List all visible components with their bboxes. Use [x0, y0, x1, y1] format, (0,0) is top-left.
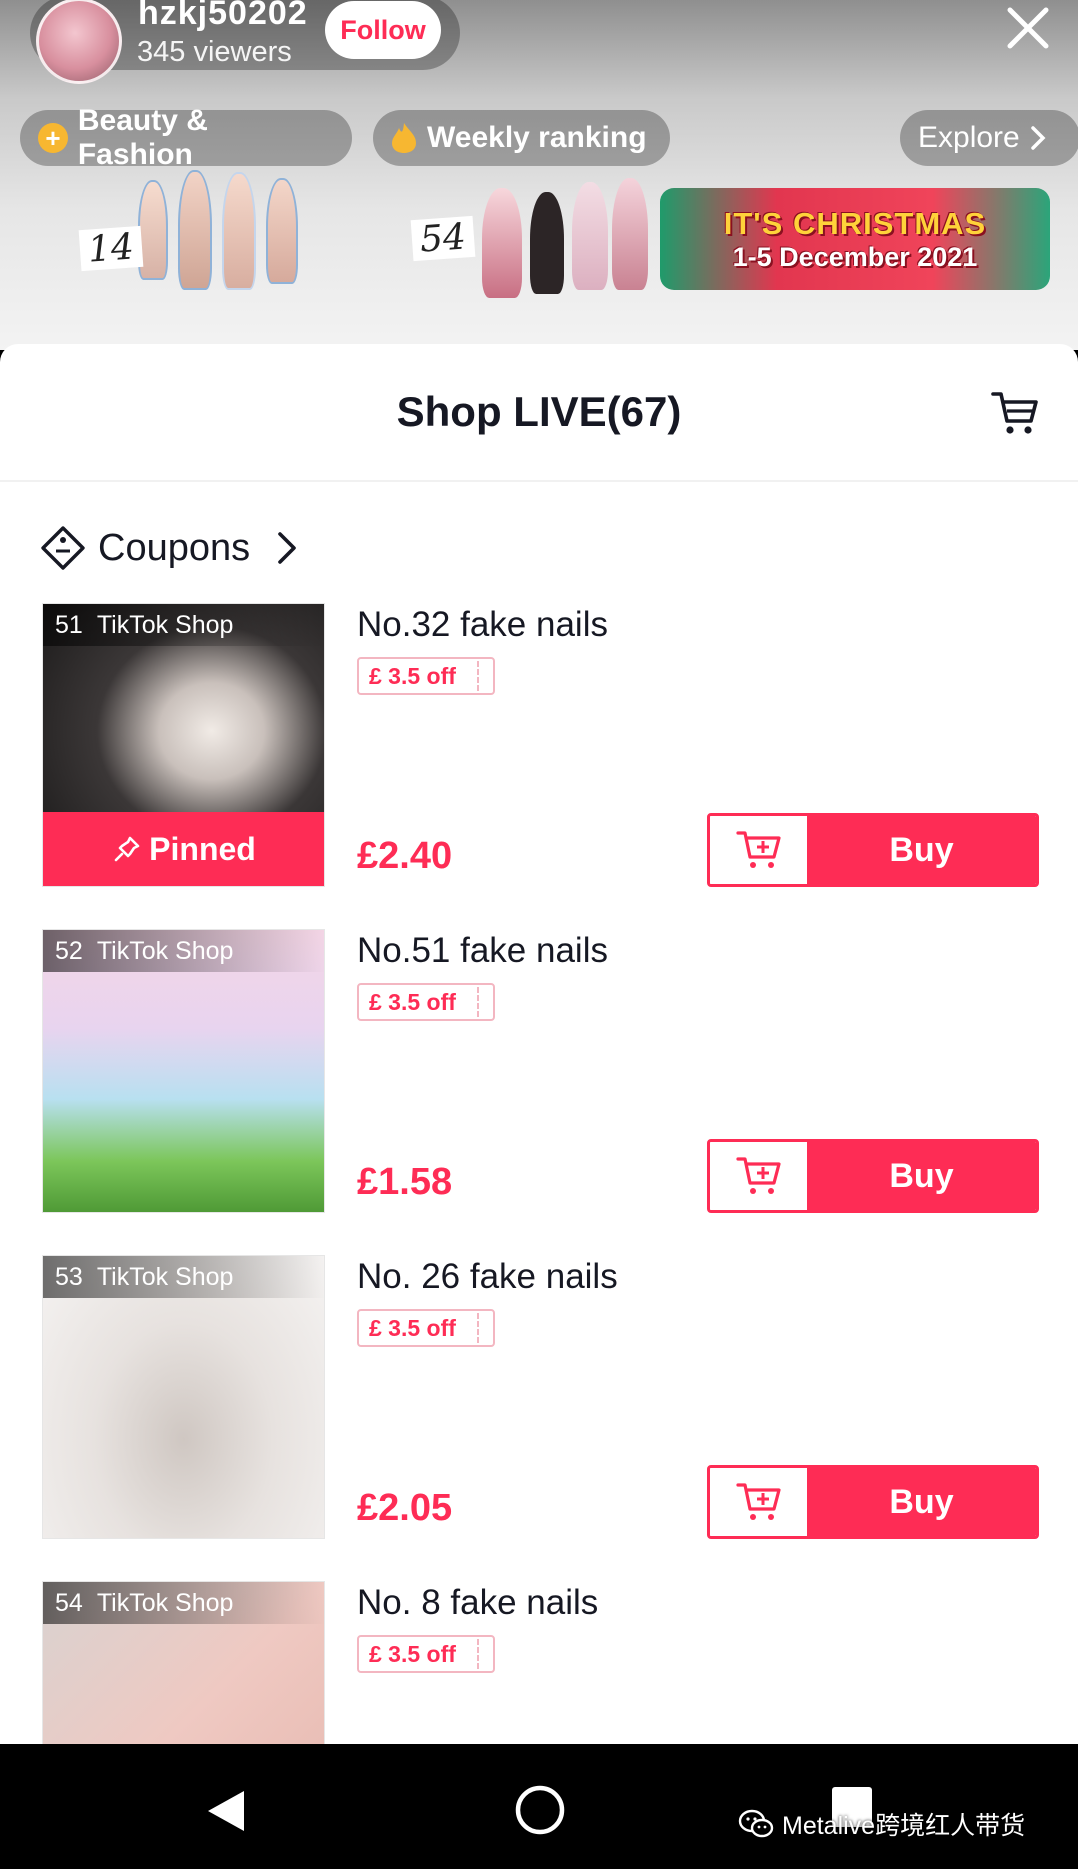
chip-label: Weekly ranking	[427, 121, 647, 154]
add-to-cart-button[interactable]	[710, 1142, 807, 1210]
home-icon[interactable]	[514, 1784, 566, 1836]
explore-chip[interactable]: Explore	[900, 110, 1078, 166]
host-avatar[interactable]	[36, 0, 122, 84]
watermark: Metalive跨境红人带货	[738, 1806, 1025, 1842]
product-card[interactable]: 52 TikTok Shop No.51 fake nails £ 3.5 of…	[0, 929, 1078, 1221]
close-icon[interactable]	[1004, 4, 1052, 52]
product-name[interactable]: No.32 fake nails	[357, 605, 608, 645]
product-price: £1.58	[357, 1161, 453, 1203]
watermark-text: Metalive跨境红人带货	[782, 1812, 1026, 1840]
nail-number-tag: 54	[410, 215, 476, 262]
add-to-cart-button[interactable]	[710, 816, 807, 884]
flame-icon	[392, 123, 416, 153]
thumbnail-label: 53 TikTok Shop	[43, 1256, 324, 1298]
system-navigation-bar: Metalive跨境红人带货	[0, 1744, 1078, 1869]
category-chip-beauty-fashion[interactable]: + Beauty & Fashion	[20, 104, 352, 171]
nail-photo	[222, 172, 256, 290]
host-name: hzkj50202	[138, 0, 308, 32]
product-name[interactable]: No. 26 fake nails	[357, 1257, 618, 1297]
christmas-promo-banner[interactable]: IT'S CHRISTMAS 1-5 December 2021	[660, 188, 1050, 290]
add-to-cart-icon	[735, 1483, 781, 1520]
shop-name: TikTok Shop	[96, 936, 234, 965]
chip-label: Beauty & Fashion	[77, 104, 208, 171]
buy-label: Buy	[807, 1468, 1036, 1536]
pinned-label: Pinned	[149, 830, 256, 867]
buy-label: Buy	[807, 1142, 1036, 1210]
nail-number-tag: 14	[78, 225, 144, 272]
chip-label: Explore	[918, 121, 1020, 154]
pin-icon	[114, 836, 140, 862]
add-to-cart-icon	[735, 1157, 781, 1194]
live-video-background: 14 54 IT'S CHRISTMAS 1-5 December 2021 h…	[0, 0, 1078, 350]
buy-label: Buy	[807, 816, 1036, 884]
product-image	[43, 930, 324, 1212]
buy-button[interactable]: Buy	[707, 1465, 1039, 1539]
plus-circle-icon: +	[38, 123, 68, 153]
back-icon[interactable]	[204, 1788, 248, 1834]
product-card[interactable]: 54 TikTok Shop No. 8 fake nails £ 3.5 of…	[0, 1581, 1078, 1744]
promo-dates: 1-5 December 2021	[732, 241, 978, 272]
shop-name: TikTok Shop	[96, 610, 234, 639]
nail-photo	[482, 188, 522, 298]
product-index: 53	[55, 1262, 83, 1291]
sheet-title: Shop LIVE(67)	[396, 388, 682, 435]
product-thumbnail[interactable]: 54 TikTok Shop	[42, 1581, 325, 1744]
coupon-badge: £ 3.5 off	[357, 983, 495, 1021]
thumbnail-label: 54 TikTok Shop	[43, 1582, 324, 1624]
chevron-right-icon	[278, 532, 296, 564]
product-name[interactable]: No.51 fake nails	[357, 931, 608, 971]
nail-photo	[178, 170, 212, 290]
promo-title: IT'S CHRISTMAS	[723, 205, 987, 241]
product-index: 52	[55, 936, 83, 965]
product-price: £2.40	[357, 835, 453, 877]
shopping-cart-icon[interactable]	[990, 387, 1040, 437]
product-index: 51	[55, 610, 83, 639]
product-index: 54	[55, 1588, 83, 1617]
nail-photo	[266, 178, 298, 284]
add-to-cart-button[interactable]	[710, 1468, 807, 1536]
shop-name: TikTok Shop	[96, 1588, 234, 1617]
coupon-badge: £ 3.5 off	[357, 1635, 495, 1673]
product-image	[43, 1256, 324, 1538]
product-thumbnail[interactable]: 52 TikTok Shop	[42, 929, 325, 1213]
viewer-count: 345 viewers	[137, 36, 292, 68]
buy-button[interactable]: Buy	[707, 813, 1039, 887]
product-thumbnail[interactable]: 53 TikTok Shop	[42, 1255, 325, 1539]
product-thumbnail[interactable]: 51 TikTok Shop Pinned	[42, 603, 325, 887]
shop-name: TikTok Shop	[96, 1262, 234, 1291]
wechat-icon	[738, 1809, 774, 1838]
thumbnail-label: 51 TikTok Shop	[43, 604, 324, 646]
shop-live-sheet: Shop LIVE(67) Coupons 51 TikTok Shop Pin…	[0, 344, 1078, 1744]
coupon-badge: £ 3.5 off	[357, 1309, 495, 1347]
coupons-row[interactable]: Coupons	[40, 520, 302, 576]
product-card[interactable]: 51 TikTok Shop Pinned No.32 fake nails £…	[0, 603, 1078, 895]
chevron-right-icon	[1030, 126, 1046, 150]
product-card[interactable]: 53 TikTok Shop No. 26 fake nails £ 3.5 o…	[0, 1255, 1078, 1547]
thumbnail-label: 52 TikTok Shop	[43, 930, 324, 972]
live-top-bar: hzkj50202 345 viewers Follow	[0, 0, 1078, 84]
product-price: £2.05	[357, 1487, 453, 1529]
add-to-cart-icon	[735, 831, 781, 868]
follow-button[interactable]: Follow	[325, 1, 441, 59]
buy-button[interactable]: Buy	[707, 1139, 1039, 1213]
nail-photo	[572, 182, 608, 290]
nail-photo	[612, 178, 648, 290]
sheet-header: Shop LIVE(67)	[0, 344, 1078, 482]
weekly-ranking-chip[interactable]: Weekly ranking	[373, 110, 670, 166]
product-name[interactable]: No. 8 fake nails	[357, 1583, 598, 1623]
coupons-label: Coupons	[98, 526, 251, 569]
coupon-badge: £ 3.5 off	[357, 657, 495, 695]
coupon-ticket-icon	[41, 526, 85, 570]
pinned-badge: Pinned	[43, 812, 324, 886]
nail-photo	[530, 192, 564, 294]
